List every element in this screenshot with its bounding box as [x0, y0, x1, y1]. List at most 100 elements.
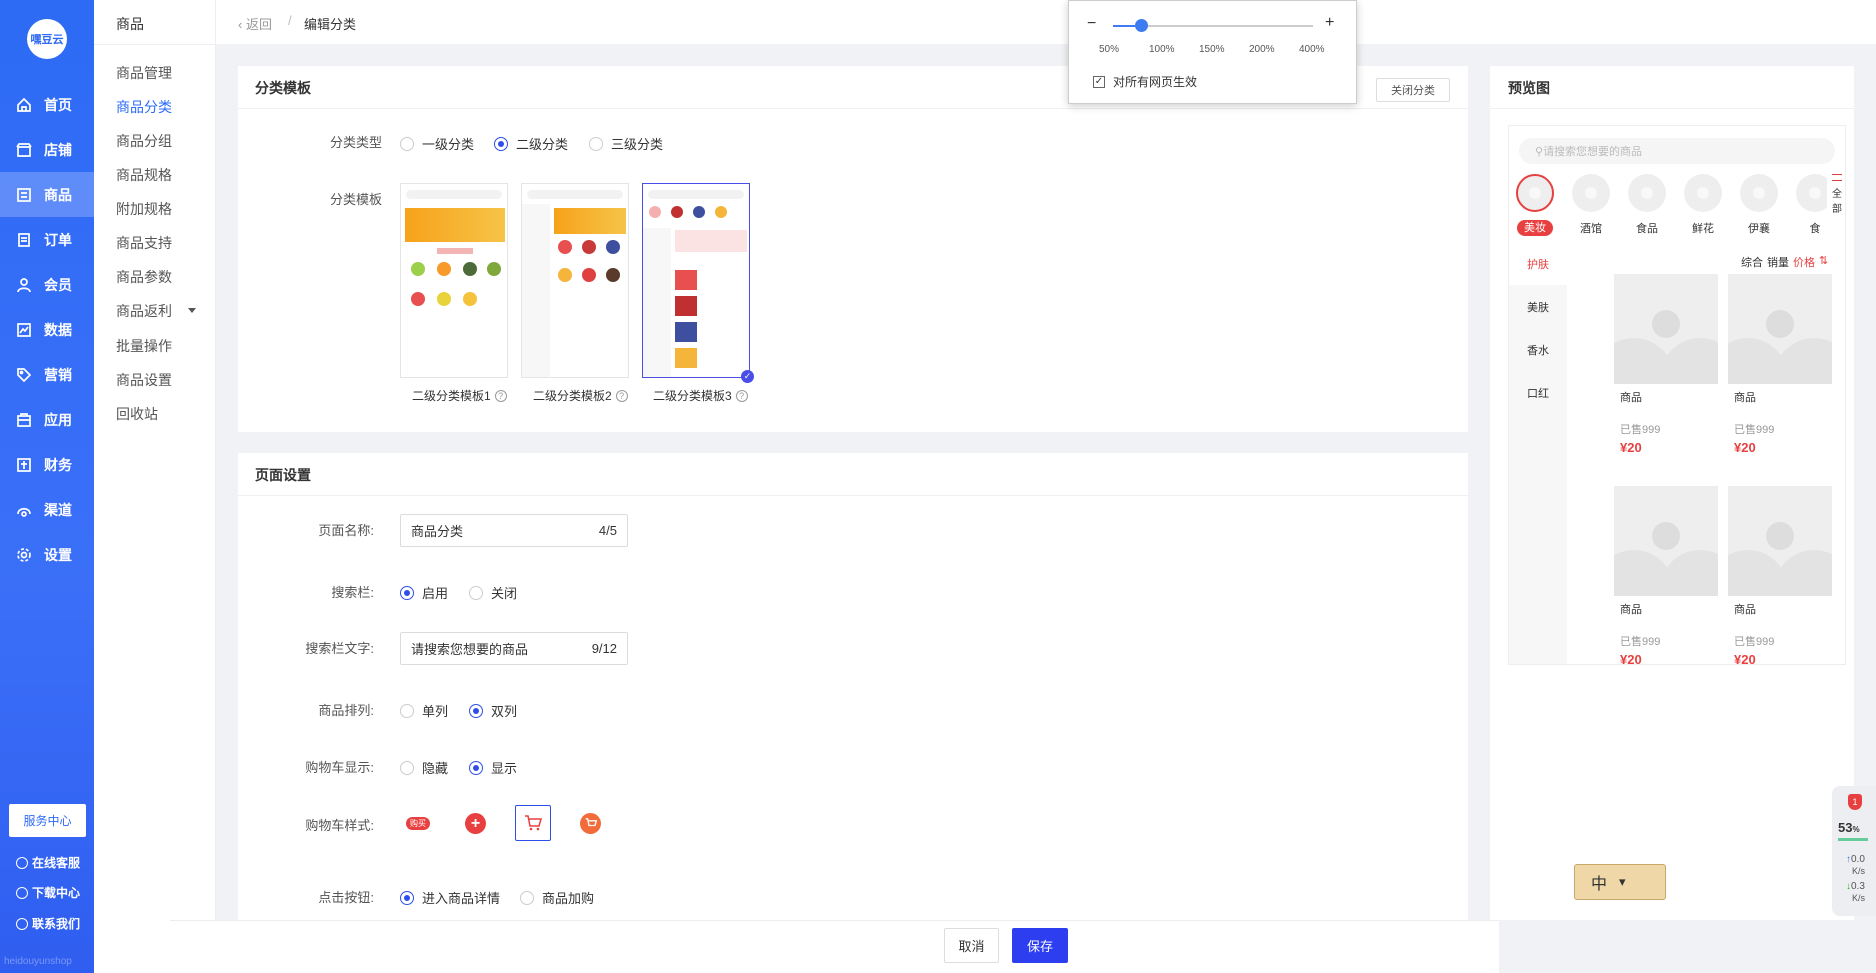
cancel-button[interactable]: 取消: [944, 928, 999, 963]
cart-style-outline-cart[interactable]: [515, 805, 551, 841]
subnav-item-recycle[interactable]: 回收站: [116, 404, 158, 424]
data-icon: [17, 322, 31, 337]
nav-channel[interactable]: 渠道: [0, 487, 94, 532]
back-link[interactable]: ‹ 返回: [238, 14, 272, 33]
badge-count: 1: [1852, 797, 1858, 807]
template-thumbnail-3[interactable]: [642, 183, 750, 378]
zoom-in-button[interactable]: +: [1325, 14, 1334, 32]
cart-style-plus-icon[interactable]: +: [465, 813, 486, 834]
radio-label: 双列: [491, 704, 518, 719]
thumb-circle: [606, 240, 620, 254]
nav-store[interactable]: 店铺: [0, 127, 94, 172]
ime-toolbar[interactable]: 中 ▾: [1574, 864, 1666, 900]
subnav-item-goods-rebate[interactable]: 商品返利: [116, 301, 172, 321]
radio-label: 显示: [491, 761, 518, 776]
subnav-item-goods-category[interactable]: 商品分类: [116, 97, 172, 117]
template-caption-3: 二级分类模板3?: [653, 387, 748, 404]
subnav-item-goods-group[interactable]: 商品分组: [116, 131, 172, 151]
close-category-button[interactable]: 关闭分类: [1376, 78, 1450, 102]
radio-single-column[interactable]: 单列: [400, 701, 448, 720]
radio-dot: [469, 760, 483, 775]
radio-dot: [400, 585, 414, 600]
radio-cart-hide[interactable]: 隐藏: [400, 758, 448, 777]
radio-double-column[interactable]: 双列: [469, 701, 517, 720]
help-icon[interactable]: ?: [735, 389, 748, 402]
apply-all-checkbox[interactable]: ✓ 对所有网页生效: [1093, 73, 1197, 90]
radio-dot: [400, 136, 414, 151]
radio-label: 隐藏: [422, 761, 449, 776]
product-price: ¥20: [1734, 440, 1756, 455]
cart-style-filled-cart[interactable]: [580, 813, 601, 834]
nav-app[interactable]: 应用: [0, 397, 94, 442]
top-bar: ‹ 返回 / 编辑分类: [216, 0, 1876, 44]
service-center-button[interactable]: 服务中心: [9, 804, 86, 837]
subnav-item-goods-spec[interactable]: 商品规格: [116, 165, 172, 185]
radio-level2[interactable]: 二级分类: [494, 134, 568, 153]
contact-us-link[interactable]: 联系我们: [16, 915, 80, 932]
nav-marketing[interactable]: 营销: [0, 352, 94, 397]
template-thumbnail-2[interactable]: [521, 183, 629, 378]
cart-style-buy-tag[interactable]: 购买: [406, 817, 430, 830]
subnav-item-goods-support[interactable]: 商品支持: [116, 233, 172, 253]
preview-category-label: 食品: [1636, 223, 1658, 235]
thumb-product: [675, 348, 697, 368]
nav-settings[interactable]: 设置: [0, 532, 94, 577]
subnav-item-goods-manage[interactable]: 商品管理: [116, 63, 172, 83]
radio-goto-detail[interactable]: 进入商品详情: [400, 888, 500, 907]
nav-home[interactable]: 首页: [0, 82, 94, 127]
preview-category-label: 酒馆: [1580, 223, 1602, 235]
subnav-item-goods-settings[interactable]: 商品设置: [116, 370, 172, 390]
zoom-tick: 200%: [1249, 44, 1275, 55]
nav-label: 订单: [44, 231, 72, 248]
preview-category-circle: [1516, 174, 1554, 212]
online-service-link[interactable]: 在线客服: [16, 854, 80, 871]
nav-member[interactable]: 会员: [0, 262, 94, 307]
thumb-circle: [582, 240, 596, 254]
thumb-circle: [411, 292, 425, 306]
subnav-item-batch[interactable]: 批量操作: [116, 336, 172, 356]
brand-logo[interactable]: 嘿豆云: [27, 19, 67, 59]
radio-dot: [520, 890, 534, 905]
nav-data[interactable]: 数据: [0, 307, 94, 352]
zoom-slider-handle[interactable]: [1135, 19, 1148, 32]
ime-language-label: 中: [1591, 876, 1608, 893]
thumb-circle: [411, 262, 425, 276]
radio-search-enable[interactable]: 启用: [400, 583, 448, 602]
radio-level1[interactable]: 一级分类: [400, 134, 474, 153]
search-text-input[interactable]: 请搜索您想要的商品 9/12: [400, 632, 628, 665]
caret-down-icon[interactable]: [188, 308, 196, 313]
all-categories: 全 部: [1827, 172, 1845, 230]
radio-search-disable[interactable]: 关闭: [469, 583, 517, 602]
template-caption-2: 二级分类模板2?: [533, 387, 628, 404]
template-thumbnail-1[interactable]: [400, 183, 508, 378]
help-icon[interactable]: ?: [615, 389, 628, 402]
radio-add-to-cart[interactable]: 商品加购: [520, 888, 594, 907]
radio-label: 二级分类: [516, 137, 569, 152]
download-center-link[interactable]: 下载中心: [16, 884, 80, 901]
caption-text: 二级分类模板2: [533, 389, 612, 403]
nav-goods[interactable]: 商品: [0, 172, 94, 217]
template-caption-1: 二级分类模板1?: [412, 387, 507, 404]
nav-finance[interactable]: 财务: [0, 442, 94, 487]
help-icon[interactable]: ?: [494, 389, 507, 402]
save-button[interactable]: 保存: [1012, 928, 1068, 963]
zoom-out-button[interactable]: −: [1087, 15, 1096, 33]
subnav-item-goods-params[interactable]: 商品参数: [116, 267, 172, 287]
preview-product-card: 商品 已售999 ¥20: [1728, 274, 1832, 464]
category-type-label: 分类类型: [329, 135, 382, 150]
zoom-tick: 100%: [1149, 44, 1175, 55]
radio-cart-show[interactable]: 显示: [469, 758, 517, 777]
percent-value: 53: [1838, 820, 1853, 835]
subnav-item-extra-spec[interactable]: 附加规格: [116, 199, 172, 219]
breadcrumb-current: 编辑分类: [304, 17, 357, 32]
network-monitor-widget[interactable]: 1 53% ↑0.0 K/s ↓0.3 K/s: [1832, 786, 1876, 916]
search-text-label: 搜索栏文字:: [305, 641, 374, 656]
preview-left-category: 护肤: [1509, 242, 1567, 285]
subnav-title: 商品: [116, 16, 144, 32]
divider: [1490, 108, 1854, 109]
product-sold: 已售999: [1734, 636, 1775, 648]
radio-level3[interactable]: 三级分类: [589, 134, 663, 153]
nav-order[interactable]: 订单: [0, 217, 94, 262]
page-name-input[interactable]: 商品分类 4/5: [400, 514, 628, 547]
product-price: ¥20: [1734, 652, 1756, 665]
